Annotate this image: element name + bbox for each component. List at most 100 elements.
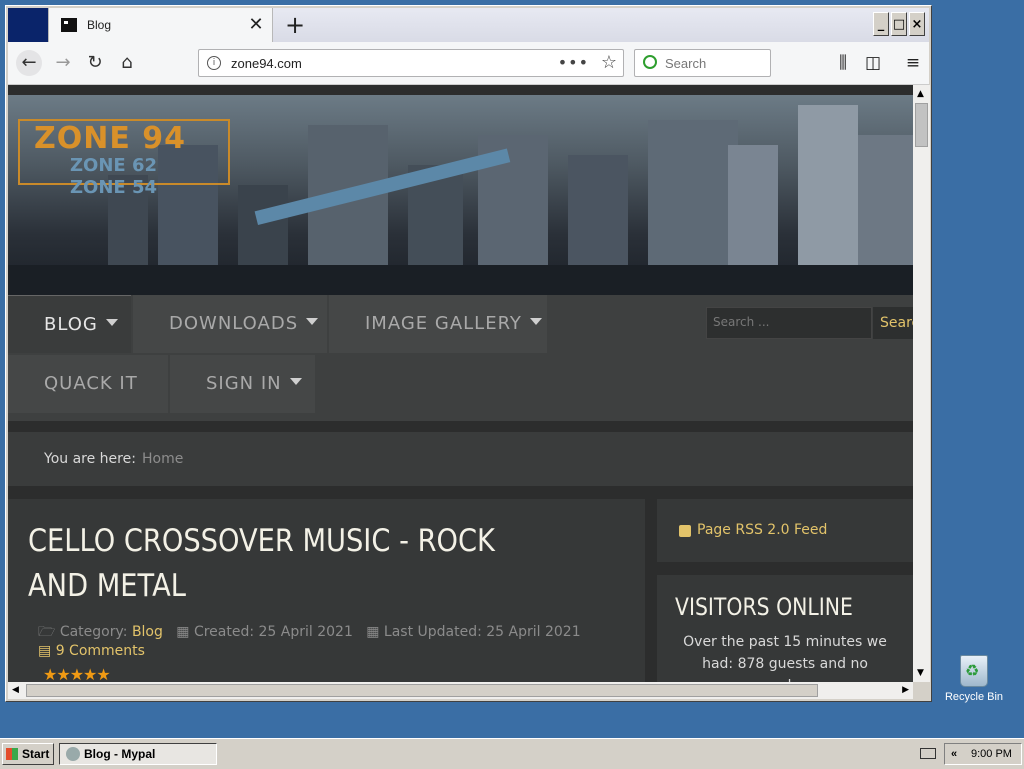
category-label: Category:: [59, 624, 128, 640]
back-button[interactable]: ←: [16, 50, 42, 76]
star-icon[interactable]: ★: [56, 665, 70, 682]
keyboard-icon[interactable]: [920, 748, 936, 759]
bookmark-star-icon[interactable]: ☆: [601, 52, 617, 73]
caret-down-icon: [289, 378, 302, 385]
clock[interactable]: 9:00 PM: [971, 744, 1012, 764]
article: CELLO CROSSOVER MUSIC - ROCK AND METAL 🗁…: [8, 499, 645, 682]
breadcrumb-home-link[interactable]: Home: [142, 432, 183, 486]
reload-button[interactable]: ↻: [82, 50, 108, 76]
browser-search-input[interactable]: Search: [634, 49, 771, 77]
category-link[interactable]: Blog: [132, 624, 163, 640]
vertical-scroll-thumb[interactable]: [915, 103, 928, 147]
forward-button[interactable]: →: [50, 50, 76, 76]
menu-item-quack-it[interactable]: QUACK IT: [8, 355, 168, 413]
menu-label: SIGN IN: [206, 373, 282, 394]
rating-stars[interactable]: ★★★★★: [43, 665, 111, 682]
recycle-bin-graphic: [960, 655, 988, 687]
tab-title: Blog: [87, 18, 112, 32]
breadcrumb: You are here: Home: [8, 432, 913, 486]
menu-label: BLOG: [44, 314, 98, 335]
site-search-placeholder: Search ...: [713, 315, 770, 329]
maximize-button[interactable]: □: [891, 12, 907, 36]
updated-date: Last Updated: 25 April 2021: [383, 624, 581, 640]
visitors-text: Over the past 15 minutes we had: 878 gue…: [683, 634, 887, 682]
menu-item-downloads[interactable]: DOWNLOADS: [133, 295, 327, 353]
minimize-button[interactable]: _: [873, 12, 889, 36]
page-viewport: ZONE 94 ZONE 62 ZONE 54 BLOG DOWNLOADS I…: [8, 85, 913, 682]
windows-logo-icon: [6, 748, 18, 760]
logo-text: ZONE 62: [70, 155, 158, 176]
folder-icon: 🗁: [38, 624, 56, 640]
tray-expand-icon[interactable]: «: [951, 744, 957, 764]
visitors-title: VISITORS ONLINE: [675, 593, 853, 621]
site-logo[interactable]: ZONE 94 ZONE 62 ZONE 54: [18, 119, 230, 198]
scroll-down-icon[interactable]: ▼: [917, 668, 924, 678]
menu-item-sign-in[interactable]: SIGN IN: [170, 355, 315, 413]
calendar-icon: ▦: [366, 624, 380, 640]
article-meta: 🗁 Category: Blog ▦ Created: 25 April 202…: [38, 621, 581, 645]
star-icon[interactable]: ★: [96, 665, 110, 682]
sidebar-toggle-icon[interactable]: ◫: [860, 50, 886, 76]
visitors-online-module: VISITORS ONLINE Over the past 15 minutes…: [657, 575, 913, 682]
logo-text: ZONE 94: [34, 121, 187, 156]
browser-search-placeholder: Search: [665, 56, 707, 71]
window-controls: _ □ ×: [871, 12, 925, 36]
url-bar[interactable]: i zone94.com ••• ☆: [198, 49, 624, 77]
street-level: [8, 265, 913, 295]
breadcrumb-label: You are here:: [44, 451, 136, 467]
star-icon[interactable]: ★: [70, 665, 84, 682]
header-banner: ZONE 94 ZONE 62 ZONE 54: [8, 95, 913, 295]
taskbar: Start Blog - Mypal « 9:00 PM: [0, 738, 1024, 769]
library-icon[interactable]: ⫼: [830, 50, 856, 76]
rss-feed-link[interactable]: Page RSS 2.0 Feed: [657, 499, 913, 562]
navigation-toolbar: ← → ↻ ⌂ i zone94.com ••• ☆ Search ⫼ ◫ ≡: [8, 42, 929, 85]
new-tab-button[interactable]: +: [280, 10, 310, 40]
menu-item-blog[interactable]: BLOG: [8, 295, 131, 353]
scroll-up-icon[interactable]: ▲: [917, 89, 924, 99]
rss-label: Page RSS 2.0 Feed: [697, 522, 828, 538]
recycle-bin-label: Recycle Bin: [944, 691, 1004, 703]
site-search-input[interactable]: Search ...: [706, 307, 872, 339]
site-info-icon[interactable]: i: [207, 56, 221, 70]
rss-icon: [679, 525, 691, 537]
comments-link[interactable]: ▤ 9 Comments: [38, 643, 145, 659]
scroll-right-icon[interactable]: ▶: [902, 685, 909, 695]
article-title[interactable]: CELLO CROSSOVER MUSIC - ROCK AND METAL: [28, 519, 521, 609]
search-engine-icon: [643, 55, 657, 69]
menu-label: IMAGE GALLERY: [365, 313, 522, 334]
scroll-left-icon[interactable]: ◀: [12, 685, 19, 695]
site-search-button[interactable]: Search: [873, 307, 913, 339]
star-icon[interactable]: ★: [43, 665, 57, 682]
horizontal-scrollbar[interactable]: ◀ ▶: [8, 682, 913, 699]
star-icon[interactable]: ★: [83, 665, 97, 682]
menu-label: DOWNLOADS: [169, 313, 299, 334]
menu-hamburger-icon[interactable]: ≡: [900, 50, 926, 76]
tab-close-icon[interactable]: ✕: [246, 13, 266, 37]
page-actions-icon[interactable]: •••: [558, 53, 589, 72]
taskbar-item-label: Blog - Mypal: [84, 747, 156, 761]
start-button[interactable]: Start: [2, 743, 54, 765]
horizontal-scroll-thumb[interactable]: [26, 684, 818, 697]
caret-down-icon: [105, 319, 118, 326]
system-tray: « 9:00 PM: [944, 743, 1022, 765]
caret-down-icon: [306, 318, 319, 325]
tab-bar: Blog ✕ + _ □ ×: [8, 8, 929, 44]
browser-window: Blog ✕ + _ □ × ← → ↻ ⌂ i zone94.com ••• …: [5, 5, 932, 702]
comment-icon: ▤: [38, 643, 52, 659]
recycle-bin-icon[interactable]: Recycle Bin: [944, 655, 1004, 703]
comments-count: 9 Comments: [55, 643, 145, 659]
close-window-button[interactable]: ×: [909, 12, 925, 36]
start-label: Start: [22, 747, 50, 761]
home-button[interactable]: ⌂: [114, 50, 140, 76]
menu-item-image-gallery[interactable]: IMAGE GALLERY: [329, 295, 547, 353]
logo-text: ZONE 54: [70, 177, 158, 198]
browser-app-icon: [66, 747, 80, 761]
taskbar-item-browser[interactable]: Blog - Mypal: [59, 743, 217, 765]
url-text[interactable]: zone94.com: [231, 56, 302, 71]
tab-blog[interactable]: Blog ✕: [48, 8, 273, 44]
caret-down-icon: [529, 318, 542, 325]
created-date: Created: 25 April 2021: [193, 624, 353, 640]
calendar-icon: ▦: [176, 624, 190, 640]
vertical-scrollbar[interactable]: ▲ ▼: [913, 85, 930, 682]
site-favicon-icon: [61, 18, 77, 32]
